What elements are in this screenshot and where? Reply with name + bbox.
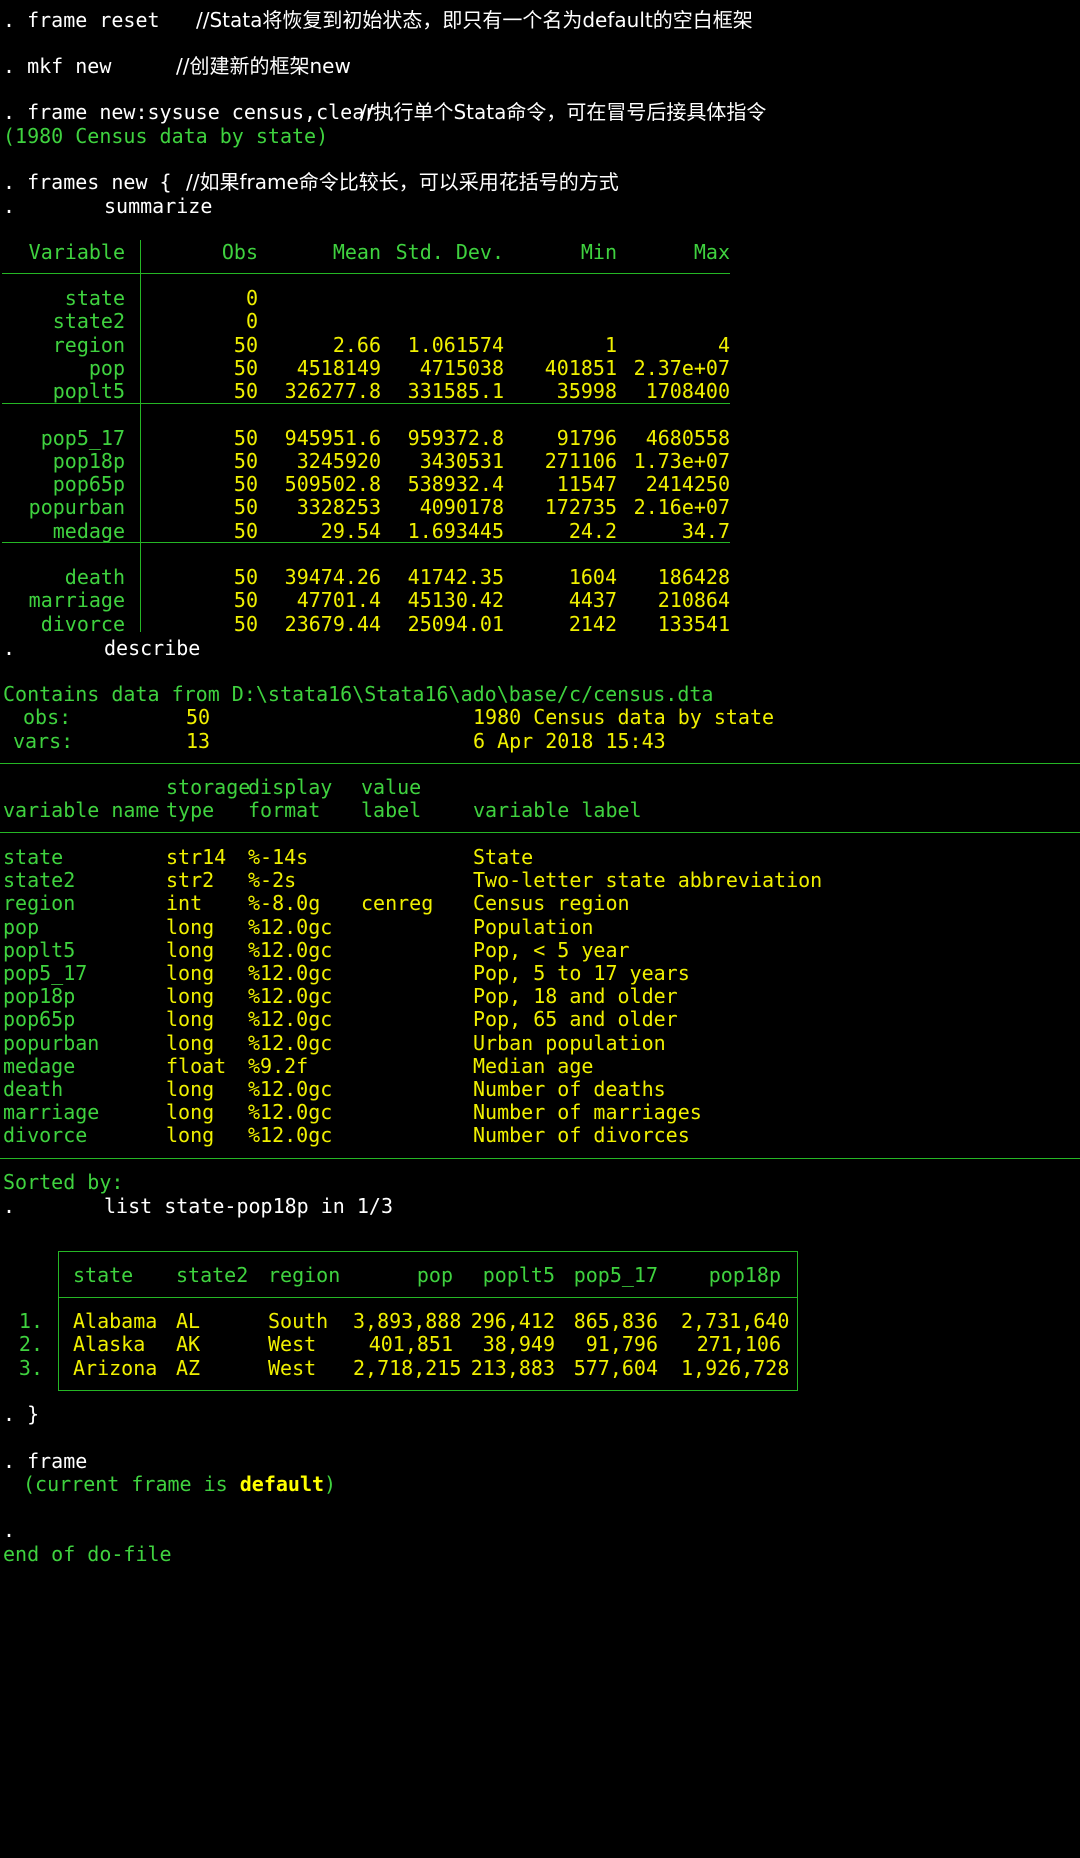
prompt: .: [3, 1402, 16, 1426]
command-comment: //如果frame命令比较长，可以采用花括号的方式: [186, 170, 619, 194]
list-row-number: 3.: [18, 1355, 43, 1380]
summarize-header-cell: Min: [580, 240, 617, 264]
summarize-value-cell: 24.2: [568, 518, 617, 543]
sysuse-output: (1980 Census data by state): [3, 124, 329, 148]
describe-header-cell: variable name: [3, 798, 160, 822]
list-value-cell: 577,604: [573, 1355, 658, 1380]
summarize-value-cell: 133541: [657, 611, 730, 636]
summarize-header-cell: Std. Dev.: [395, 240, 504, 264]
summarize-value-cell: 50: [233, 379, 258, 404]
prompt: .: [3, 636, 16, 660]
frame-output-prefix: (current frame is: [23, 1472, 240, 1496]
list-value-cell: West: [268, 1355, 317, 1380]
command-text-list: list state-pop18p in 1/3: [104, 1194, 393, 1218]
list-value-cell: 2,718,215: [353, 1355, 462, 1380]
prompt: .: [3, 8, 16, 32]
current-frame-name: default: [239, 1472, 325, 1496]
describe-header-cell: variable label: [473, 798, 642, 822]
summarize-value-cell: 25094.01: [407, 611, 504, 636]
list-header-cell: state: [73, 1263, 134, 1287]
command-text-describe: describe: [104, 636, 201, 660]
prompt: .: [3, 1449, 16, 1473]
prompt: .: [3, 54, 16, 78]
summarize-header-cell: Mean: [332, 240, 381, 264]
list-header-cell: region: [268, 1263, 341, 1287]
dataset-timestamp: 6 Apr 2018 15:43: [473, 729, 666, 753]
describe-header-cell: type: [166, 798, 215, 822]
summarize-value-cell: 35998: [556, 379, 617, 404]
summarize-header-rule: [2, 273, 730, 274]
summarize-value-cell: 29.54: [320, 518, 381, 543]
prompt: .: [3, 1518, 16, 1542]
describe-header-cell: label: [361, 798, 422, 822]
summarize-group-separator: [2, 542, 730, 543]
summarize-variable-name: medage: [52, 518, 125, 543]
summarize-value-cell: 34.7: [681, 518, 730, 543]
describe-bottom-rule: [0, 1158, 1080, 1159]
command-line-close-brace: . }: [3, 1400, 39, 1428]
list-header-cell: poplt5: [482, 1263, 555, 1287]
summarize-header-cell: Max: [693, 240, 730, 264]
summarize-header-cell: Obs: [221, 240, 258, 264]
describe-value-cell: %12.0gc: [248, 1123, 333, 1148]
command-comment: //Stata将恢复到初始状态，即只有一个名为default的空白框架: [196, 8, 753, 32]
command-line-mkf-new: . mkf new: [3, 52, 111, 80]
describe-value-cell: cenreg: [361, 891, 434, 916]
list-value-cell: 213,883: [470, 1355, 555, 1380]
describe-value-cell: long: [166, 1123, 215, 1148]
frame-output: (current frame is default): [23, 1470, 336, 1498]
list-header-cell: pop18p: [708, 1263, 781, 1287]
prompt: .: [3, 1194, 16, 1218]
summarize-value-cell: 1708400: [645, 379, 730, 404]
summarize-value-cell: 50: [233, 518, 258, 543]
list-value-cell: Arizona: [73, 1355, 158, 1380]
command-text: mkf new: [27, 54, 112, 78]
command-text: }: [27, 1402, 40, 1426]
command-text: frame new:sysuse census,clear: [27, 100, 377, 124]
describe-variable-name: divorce: [3, 1123, 88, 1148]
command-line-list: .: [3, 1192, 15, 1220]
list-header-cell: pop: [416, 1263, 453, 1287]
summarize-group-separator: [2, 402, 730, 404]
command-text: frame reset: [27, 8, 160, 32]
command-text-summarize: summarize: [104, 194, 213, 218]
prompt: .: [3, 100, 16, 124]
list-header-cell: pop5_17: [573, 1263, 658, 1287]
describe-top-rule: [0, 763, 1080, 764]
summarize-variable-name: poplt5: [52, 379, 125, 404]
command-text: frames new {: [27, 170, 172, 194]
prompt: .: [3, 170, 16, 194]
command-line-describe: .: [3, 634, 15, 662]
summarize-header-cell: Variable: [28, 240, 125, 264]
describe-value-cell: Number of divorces: [473, 1123, 690, 1148]
command-line-frame-reset: . frame reset: [3, 6, 160, 34]
vars-label: vars:: [13, 729, 74, 753]
summarize-value-cell: 326277.8: [284, 379, 381, 404]
summarize-value-cell: 331585.1: [407, 379, 504, 404]
summarize-value-cell: 1.693445: [407, 518, 504, 543]
command-comment: //执行单个Stata命令，可在冒号后接具体指令: [360, 100, 767, 124]
frame-output-suffix: ): [324, 1472, 337, 1496]
prompt: .: [3, 194, 16, 218]
summarize-column-divider: [140, 240, 141, 632]
describe-header-rule: [0, 832, 1080, 833]
end-of-do-file: end of do-file: [3, 1542, 172, 1566]
summarize-value-cell: 23679.44: [284, 611, 381, 636]
list-header-cell: state2: [176, 1263, 249, 1287]
describe-header-cell: format: [248, 798, 321, 822]
list-header-rule: [58, 1297, 797, 1298]
summarize-value-cell: 2142: [568, 611, 617, 636]
vars-value: 13: [186, 729, 211, 753]
list-value-cell: AZ: [176, 1355, 201, 1380]
list-value-cell: 1,926,728: [681, 1355, 790, 1380]
stata-results-window: . frame reset //Stata将恢复到初始状态，即只有一个名为def…: [0, 0, 1080, 1858]
command-comment: //创建新的框架new: [176, 54, 351, 78]
command-line-summarize: .: [3, 192, 15, 220]
